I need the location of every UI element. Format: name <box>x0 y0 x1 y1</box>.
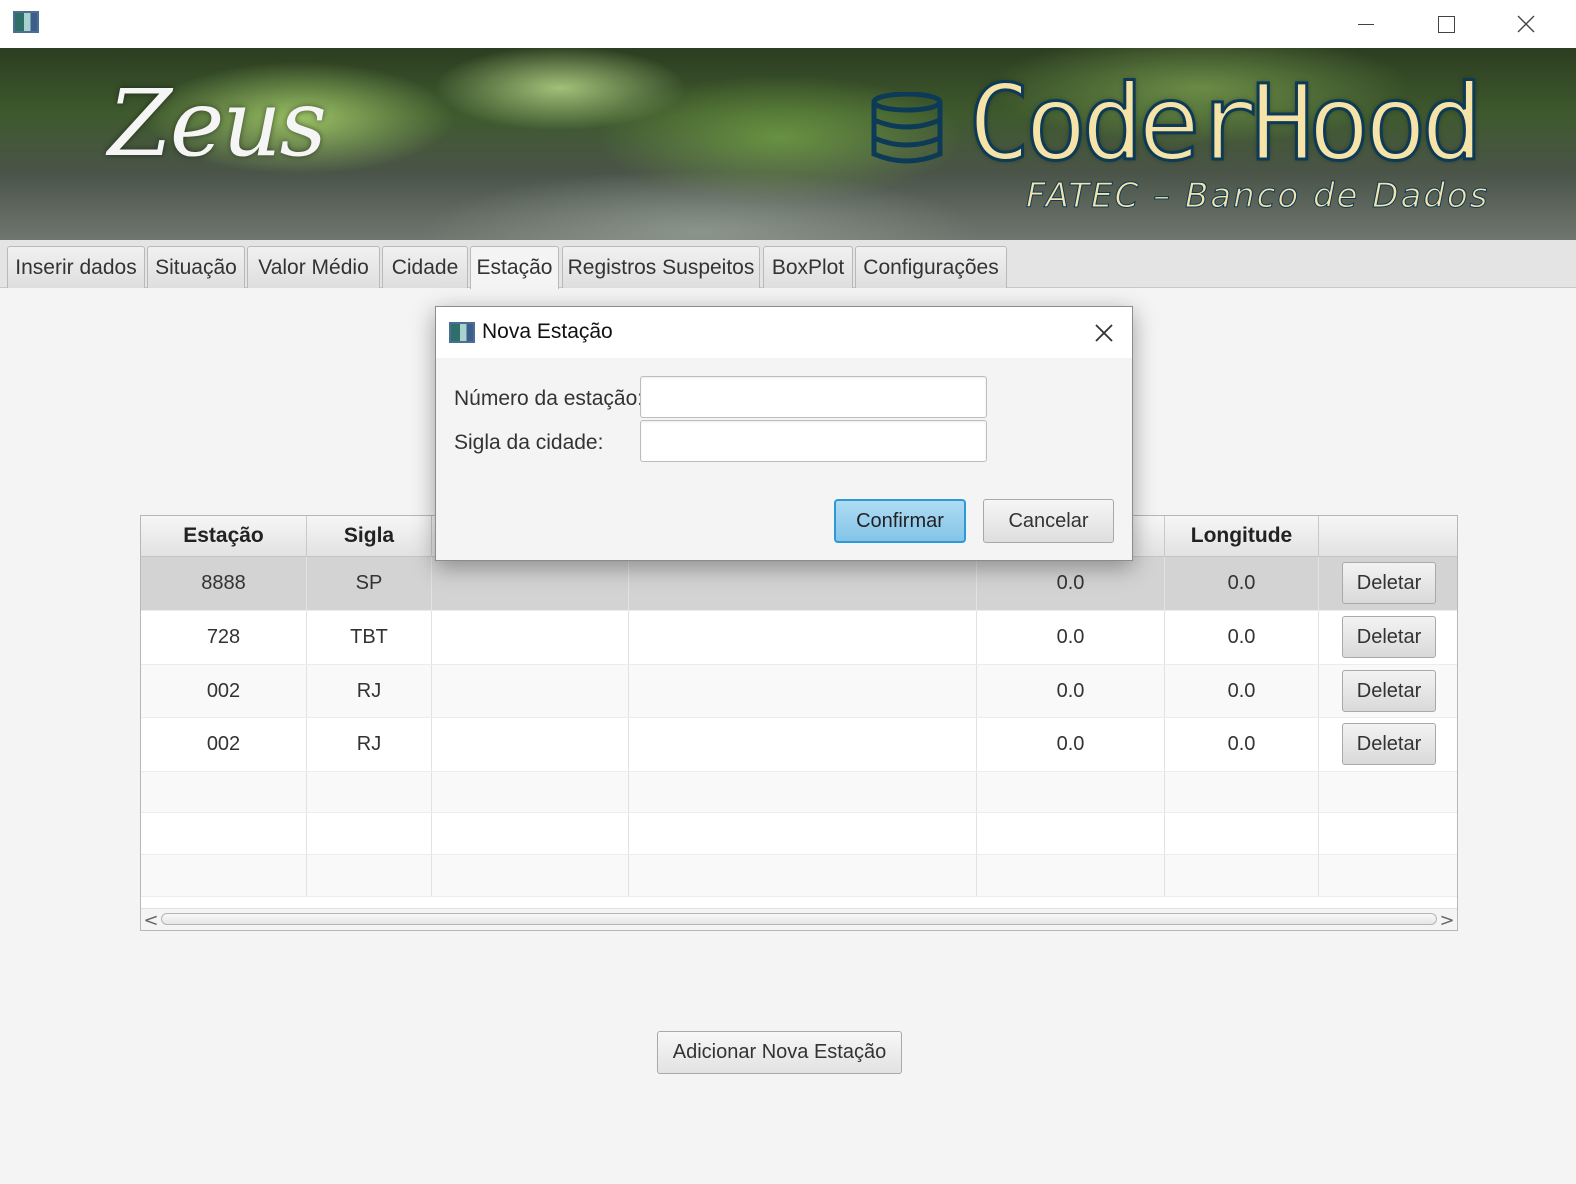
new-station-dialog: Nova Estação Número da estação: Sigla da… <box>435 306 1133 561</box>
table-row[interactable]: 728 TBT 0.0 0.0 Deletar <box>141 611 1457 665</box>
cell-value: 0.0 <box>977 665 1165 717</box>
banner-zeus-logo: Zeus <box>108 70 327 177</box>
window-close-button[interactable] <box>1486 0 1566 48</box>
confirm-button[interactable]: Confirmar <box>834 499 966 543</box>
tab-bar: Inserir dados Situação Valor Médio Cidad… <box>0 240 1576 289</box>
minimize-button[interactable] <box>1326 0 1406 48</box>
city-code-label: Sigla da cidade: <box>454 431 604 454</box>
cell-longitude: 0.0 <box>1165 665 1319 717</box>
dialog-title: Nova Estação <box>482 320 613 343</box>
cell-value: 0.0 <box>977 718 1165 771</box>
window-titlebar <box>0 0 1576 48</box>
cell-estacao: 8888 <box>141 557 307 610</box>
horizontal-scrollbar[interactable]: < > <box>141 908 1457 931</box>
city-code-input[interactable] <box>640 420 987 462</box>
dialog-close-button[interactable] <box>1088 317 1120 349</box>
cell-sigla: TBT <box>307 611 432 664</box>
delete-button[interactable]: Deletar <box>1342 562 1436 604</box>
table-row-empty <box>141 855 1457 897</box>
dialog-titlebar: Nova Estação <box>436 307 1132 358</box>
close-icon <box>1095 324 1113 342</box>
cell-sigla: RJ <box>307 665 432 717</box>
minimize-icon <box>1358 23 1374 25</box>
station-number-label: Número da estação: <box>454 387 644 410</box>
scroll-right-icon[interactable]: > <box>1437 909 1457 931</box>
cancel-button[interactable]: Cancelar <box>983 499 1114 543</box>
column-header-longitude[interactable]: Longitude <box>1165 516 1319 556</box>
tab-valor-medio[interactable]: Valor Médio <box>247 246 380 288</box>
banner-subtitle: FATEC – Banco de Dados <box>1025 176 1490 217</box>
cell-empty <box>629 611 977 664</box>
tab-boxplot[interactable]: BoxPlot <box>763 246 853 288</box>
cell-longitude: 0.0 <box>1165 611 1319 664</box>
cell-empty <box>629 718 977 771</box>
banner-brand: CoderHood <box>967 61 1486 186</box>
maximize-button[interactable] <box>1406 0 1486 48</box>
tab-estacao[interactable]: Estação <box>470 246 559 289</box>
cell-empty <box>629 557 977 610</box>
table-row[interactable]: 002 RJ 0.0 0.0 Deletar <box>141 665 1457 718</box>
close-icon <box>1517 15 1535 33</box>
cell-estacao: 002 <box>141 665 307 717</box>
database-icon <box>871 92 943 164</box>
table-row[interactable]: 002 RJ 0.0 0.0 Deletar <box>141 718 1457 772</box>
header-banner: Zeus CoderHood FATEC – Banco de Dados <box>0 48 1576 240</box>
add-station-button[interactable]: Adicionar Nova Estação <box>657 1031 902 1074</box>
delete-button[interactable]: Deletar <box>1342 616 1436 658</box>
app-icon <box>449 322 475 343</box>
column-header-sigla[interactable]: Sigla <box>307 516 432 556</box>
tab-cidade[interactable]: Cidade <box>382 246 468 288</box>
stations-table[interactable]: Estação Sigla Longitude 8888 SP 0.0 0.0 … <box>140 515 1458 931</box>
delete-button[interactable]: Deletar <box>1342 723 1436 765</box>
tab-registros-suspeitos[interactable]: Registros Suspeitos <box>562 246 760 288</box>
scrollbar-thumb[interactable] <box>161 913 1437 925</box>
column-header-estacao[interactable]: Estação <box>141 516 307 556</box>
cell-empty <box>432 557 629 610</box>
table-row-empty <box>141 813 1457 855</box>
cell-value: 0.0 <box>977 557 1165 610</box>
station-number-input[interactable] <box>640 376 987 418</box>
cell-empty <box>432 718 629 771</box>
scroll-left-icon[interactable]: < <box>141 909 161 931</box>
column-header-actions <box>1319 516 1457 556</box>
app-icon <box>13 11 39 33</box>
maximize-icon <box>1437 15 1455 33</box>
cell-empty <box>629 665 977 717</box>
cell-sigla: SP <box>307 557 432 610</box>
cell-longitude: 0.0 <box>1165 557 1319 610</box>
delete-button[interactable]: Deletar <box>1342 670 1436 712</box>
table-row[interactable]: 8888 SP 0.0 0.0 Deletar <box>141 557 1457 611</box>
cell-empty <box>432 665 629 717</box>
cell-sigla: RJ <box>307 718 432 771</box>
tab-configuracoes[interactable]: Configurações <box>855 246 1007 288</box>
cell-empty <box>432 611 629 664</box>
cell-longitude: 0.0 <box>1165 718 1319 771</box>
tab-situacao[interactable]: Situação <box>147 246 245 288</box>
tab-inserir-dados[interactable]: Inserir dados <box>7 246 145 288</box>
cell-estacao: 728 <box>141 611 307 664</box>
cell-value: 0.0 <box>977 611 1165 664</box>
cell-estacao: 002 <box>141 718 307 771</box>
table-row-empty <box>141 772 1457 813</box>
